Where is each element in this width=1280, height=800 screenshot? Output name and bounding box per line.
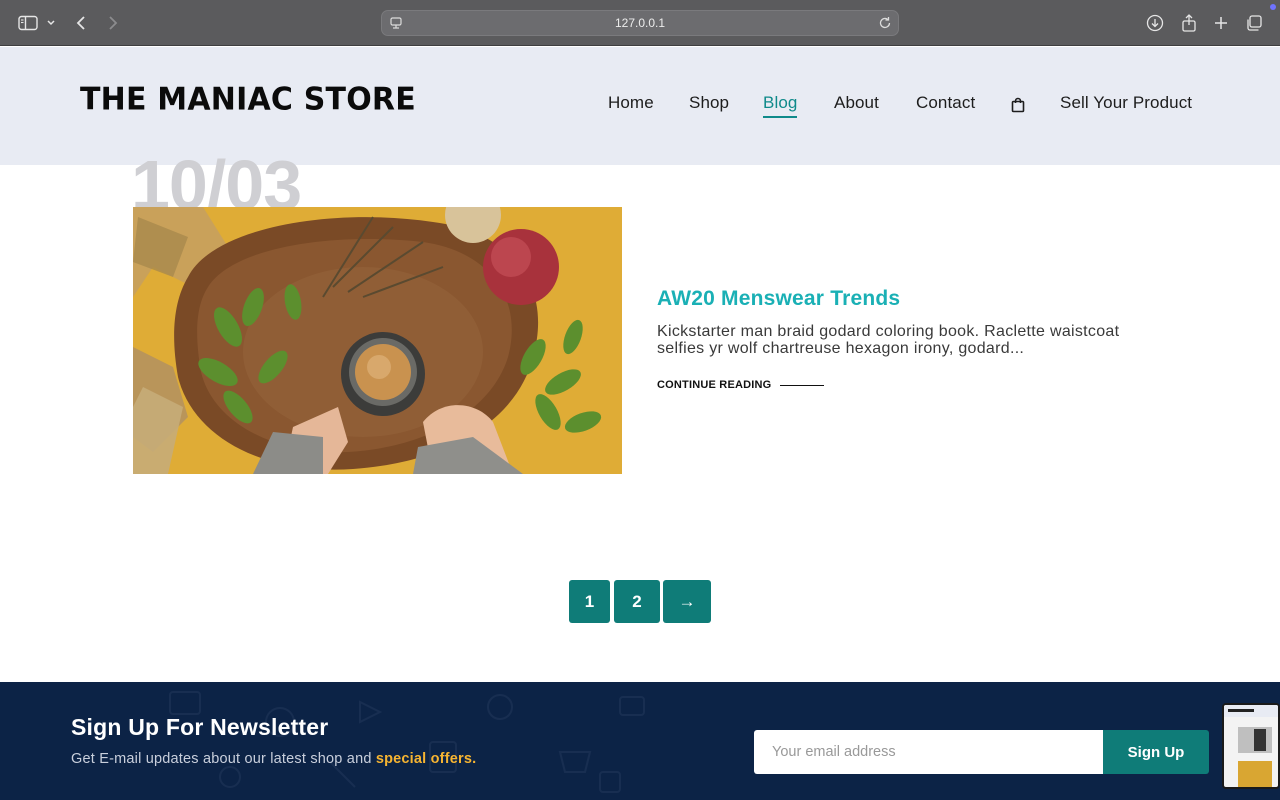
main-nav: Home Shop Blog About Contact Sell Your P… bbox=[0, 93, 1280, 123]
newsletter-title: Sign Up For Newsletter bbox=[71, 714, 329, 740]
newsletter-subtitle-text: Get E-mail updates about our latest shop… bbox=[71, 751, 376, 767]
next-page-button[interactable]: → bbox=[663, 580, 711, 623]
recording-indicator bbox=[1270, 4, 1276, 10]
newsletter-subtitle-highlight: special offers. bbox=[375, 751, 477, 767]
pagination: 1 2 → bbox=[0, 580, 1280, 623]
reload-icon[interactable] bbox=[878, 16, 892, 30]
back-icon[interactable] bbox=[70, 12, 92, 34]
tab-overview-icon[interactable] bbox=[1243, 12, 1265, 34]
url-text: 127.0.0.1 bbox=[614, 16, 666, 30]
chevron-down-icon[interactable] bbox=[40, 12, 62, 34]
sidebar-toggle-icon[interactable] bbox=[17, 12, 39, 34]
newsletter-email-input[interactable] bbox=[754, 730, 1103, 774]
newsletter-subtitle: Get E-mail updates about our latest shop… bbox=[71, 751, 476, 767]
page-2-button[interactable]: 2 bbox=[614, 580, 660, 623]
address-bar[interactable]: 127.0.0.1 bbox=[381, 10, 899, 36]
nav-about[interactable]: About bbox=[834, 93, 879, 113]
nav-sell-your-product[interactable]: Sell Your Product bbox=[1060, 93, 1192, 113]
post-image[interactable] bbox=[133, 207, 622, 474]
page-1-button[interactable]: 1 bbox=[569, 580, 610, 623]
newsletter-section: Sign Up For Newsletter Get E-mail update… bbox=[0, 682, 1280, 800]
downloads-icon[interactable] bbox=[1144, 12, 1166, 34]
post-title[interactable]: AW20 Menswear Trends bbox=[657, 287, 900, 311]
nav-home[interactable]: Home bbox=[608, 93, 654, 113]
post-excerpt: Kickstarter man braid godard coloring bo… bbox=[657, 323, 1120, 357]
nav-blog[interactable]: Blog bbox=[763, 93, 798, 118]
forward-icon[interactable] bbox=[102, 12, 124, 34]
shopping-bag-icon[interactable] bbox=[1011, 97, 1025, 117]
continue-reading-line bbox=[780, 384, 825, 386]
nav-shop[interactable]: Shop bbox=[689, 93, 729, 113]
share-icon[interactable] bbox=[1178, 12, 1200, 34]
browser-toolbar: 127.0.0.1 bbox=[0, 0, 1280, 46]
continue-reading-link[interactable]: CONTINUE READING bbox=[657, 379, 825, 391]
nav-contact[interactable]: Contact bbox=[916, 93, 975, 113]
continue-reading-label: CONTINUE READING bbox=[657, 379, 772, 391]
screenshot-thumbnail[interactable] bbox=[1222, 703, 1280, 789]
newsletter-signup-button[interactable]: Sign Up bbox=[1103, 730, 1209, 774]
new-tab-icon[interactable] bbox=[1210, 12, 1232, 34]
